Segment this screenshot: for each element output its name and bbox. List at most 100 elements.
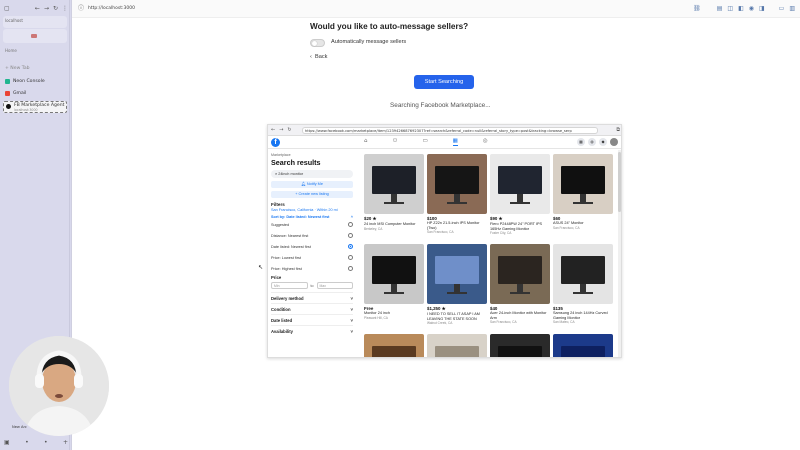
search-status: Searching Facebook Marketplace... bbox=[390, 102, 491, 109]
listing-card[interactable]: $90 ★ Fiero P2448PW 24" PORT IPS 165Hz Ga… bbox=[490, 154, 550, 235]
sort-option-lowest[interactable]: Price: Lowest first bbox=[271, 252, 353, 263]
filter-date-listed[interactable]: Date listed ˅ bbox=[271, 314, 353, 325]
listing-photo[interactable] bbox=[490, 244, 550, 304]
settings-icon[interactable]: ◉ bbox=[749, 5, 754, 12]
listing-loc: San Francisco, CA bbox=[427, 230, 454, 235]
radio-button[interactable] bbox=[348, 233, 353, 238]
listing-card[interactable]: $1,250 ★ I NEED TO SELL IT ASAP I AM LEAV… bbox=[427, 244, 487, 325]
extension-icon[interactable]: ▤ bbox=[717, 5, 723, 12]
radio-button[interactable] bbox=[348, 266, 353, 271]
listing-photo[interactable] bbox=[364, 244, 424, 304]
listing-card[interactable] bbox=[364, 334, 424, 357]
listing-photo[interactable] bbox=[490, 154, 550, 214]
sidebar-item-fb-agent[interactable]: FB Marketplace Agent localhost:3000 bbox=[3, 101, 67, 113]
listing-title: HP Z22n 21.5-inch IPS Monitor (Two) bbox=[427, 221, 480, 230]
embedded-url[interactable]: https://www.facebook.com/marketplace/ite… bbox=[302, 127, 598, 134]
marketplace-search-input[interactable]: ⌕ 24inch monitor bbox=[271, 170, 353, 178]
scrollbar[interactable] bbox=[618, 150, 621, 357]
link-icon[interactable]: ⛓ bbox=[693, 5, 701, 12]
new-tab-button[interactable]: + New Tab bbox=[3, 64, 67, 73]
auto-message-toggle[interactable] bbox=[310, 39, 325, 47]
sort-option-suggested[interactable]: Suggested bbox=[271, 219, 353, 230]
sort-option-label: Price: Lowest first bbox=[271, 255, 301, 260]
url-text[interactable]: http://localhost:3000 bbox=[88, 6, 135, 11]
home-icon[interactable]: ⌂ bbox=[364, 138, 368, 146]
pinned-box-2[interactable] bbox=[3, 29, 67, 43]
listing-photo[interactable] bbox=[553, 334, 613, 357]
listing-card[interactable]: $100 HP Z22n 21.5-inch IPS Monitor (Two) S… bbox=[427, 154, 487, 234]
listing-photo[interactable] bbox=[553, 244, 613, 304]
max-price-input[interactable]: Max bbox=[316, 282, 353, 289]
add-space-icon[interactable]: + bbox=[63, 440, 68, 446]
listing-card[interactable]: $60 ASUS 24" Monitor San Francisco, CA bbox=[553, 154, 613, 230]
notify-me-button[interactable]: 🔔︎ Notify Me bbox=[271, 181, 353, 188]
space-dot-icon-2[interactable]: • bbox=[44, 440, 48, 446]
library-icon[interactable]: ▣ bbox=[4, 440, 10, 446]
listing-card[interactable] bbox=[553, 334, 613, 357]
radio-button[interactable] bbox=[348, 255, 353, 260]
listing-title: Acer 24-inch Monitor with Monitor Arm bbox=[490, 311, 547, 320]
forward-icon[interactable]: → bbox=[44, 6, 49, 12]
sort-option-distance[interactable]: Distance: Nearest first bbox=[271, 230, 353, 241]
start-searching-button[interactable]: Start Searching bbox=[414, 75, 474, 89]
main-content: ⓘ http://localhost:3000 ⛓ ▤ ◫ ◧ ◉ ◨ ▭ ▥ … bbox=[71, 0, 800, 450]
sidebar-item-neon[interactable]: Neon Console bbox=[3, 77, 67, 86]
more-icon[interactable]: ⋮ bbox=[62, 6, 68, 12]
video-icon[interactable]: ▭ bbox=[422, 138, 427, 146]
radio-button-selected[interactable] bbox=[348, 244, 353, 249]
back-link[interactable]: ‹ Back bbox=[310, 54, 327, 60]
panel-icon[interactable]: ▥ bbox=[789, 5, 795, 12]
messenger-icon[interactable]: ◍ bbox=[588, 138, 596, 146]
pinned-box[interactable]: localhost bbox=[3, 16, 67, 28]
radio-button[interactable] bbox=[348, 222, 353, 227]
reload-icon[interactable]: ↻ bbox=[53, 6, 58, 12]
listing-card[interactable] bbox=[427, 334, 487, 357]
listing-photo[interactable] bbox=[553, 154, 613, 214]
location-filter[interactable]: San Francisco, California · Within 20 mi bbox=[271, 208, 353, 213]
marketplace-icon[interactable]: ▦ bbox=[452, 138, 458, 146]
sidebar-toggle-icon[interactable]: ▢ bbox=[4, 6, 10, 12]
create-listing-button[interactable]: + Create new listing bbox=[271, 191, 353, 198]
min-price-input[interactable]: Min bbox=[271, 282, 308, 289]
capture-icon[interactable]: ◫ bbox=[727, 5, 733, 12]
filter-delivery[interactable]: Delivery method ˅ bbox=[271, 292, 353, 303]
sort-option-newest[interactable]: Date listed: Newest first bbox=[271, 241, 353, 252]
toggle-icon[interactable]: ▭ bbox=[779, 5, 785, 12]
breadcrumb[interactable]: Marketplace bbox=[271, 153, 353, 157]
listing-title: Samsung 24 inch 144Hz Curved Gaming Moni… bbox=[553, 311, 608, 320]
listing-photo[interactable] bbox=[364, 334, 424, 357]
search-value: 24inch monitor bbox=[278, 172, 304, 176]
menu-grid-icon[interactable]: ▦ bbox=[577, 138, 585, 146]
listing-photo[interactable] bbox=[427, 154, 487, 214]
space-dot-icon[interactable]: • bbox=[25, 440, 29, 446]
embedded-reload-icon[interactable]: ↻ bbox=[287, 127, 291, 133]
embedded-forward-icon[interactable]: → bbox=[279, 127, 283, 133]
embedded-back-icon[interactable]: ← bbox=[271, 127, 275, 133]
listing-loc: Walnut Creek, CA bbox=[427, 321, 453, 326]
site-info-icon[interactable]: ⓘ bbox=[78, 5, 84, 12]
filter-availability[interactable]: Availability ˅ bbox=[271, 325, 353, 336]
embedded-menu-icon[interactable]: ⧉ bbox=[616, 127, 620, 133]
groups-icon[interactable]: ◎ bbox=[483, 138, 488, 146]
friends-icon[interactable]: ⚇ bbox=[393, 138, 398, 146]
sort-option-highest[interactable]: Price: Highest first bbox=[271, 263, 353, 274]
listing-card[interactable]: $20 ★ 24 inch MSI Computer Monitor Berkele… bbox=[364, 154, 424, 231]
profile-avatar[interactable] bbox=[610, 138, 618, 146]
url-bar[interactable]: ⓘ http://localhost:3000 ⛓ ▤ ◫ ◧ ◉ ◨ ▭ ▥ bbox=[72, 0, 800, 18]
split-icon[interactable]: ◧ bbox=[738, 5, 744, 12]
listing-card[interactable]: Free Monitor 24 inch Pleasant Hill, CA bbox=[364, 244, 424, 320]
share-icon[interactable]: ◨ bbox=[759, 5, 765, 12]
facebook-logo-icon[interactable]: f bbox=[271, 138, 280, 147]
filter-condition[interactable]: Condition ˅ bbox=[271, 303, 353, 314]
listing-card[interactable]: $135 Samsung 24 inch 144Hz Curved Gaming … bbox=[553, 244, 613, 324]
listing-card[interactable] bbox=[490, 334, 550, 357]
listing-photo[interactable] bbox=[364, 154, 424, 214]
listing-photo[interactable] bbox=[427, 334, 487, 357]
listing-card[interactable]: $40 Acer 24-inch Monitor with Monitor Arm… bbox=[490, 244, 550, 324]
back-icon[interactable]: ← bbox=[35, 6, 40, 12]
listing-photo[interactable] bbox=[490, 334, 550, 357]
notifications-icon[interactable]: ◆ bbox=[599, 138, 607, 146]
sidebar-item-gmail[interactable]: Gmail bbox=[3, 89, 67, 98]
listing-photo[interactable] bbox=[427, 244, 487, 304]
